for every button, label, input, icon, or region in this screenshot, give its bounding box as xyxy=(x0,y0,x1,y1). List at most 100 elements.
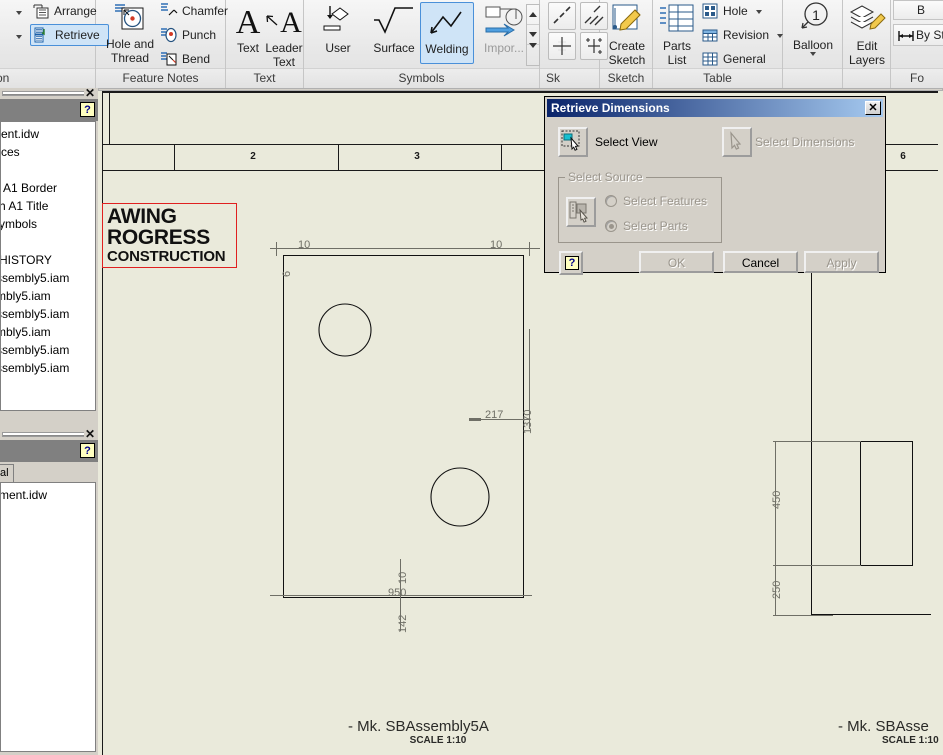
hole-and-thread-button[interactable]: Hole and Thread xyxy=(102,2,158,64)
panel-title-format: Fo xyxy=(891,68,943,88)
dim-value-6-left[interactable]: 6 xyxy=(281,271,293,277)
dim-value-1370[interactable]: 1370 xyxy=(522,410,534,434)
help-icon[interactable]: ? xyxy=(80,102,95,117)
lower-panel-content[interactable]: ment.idw xyxy=(0,482,96,752)
sheet-border-top xyxy=(102,91,938,93)
tree-item-11[interactable]: ssembly5.iam xyxy=(1,360,69,376)
centerline-tool-button[interactable] xyxy=(548,2,576,30)
tree-item-7[interactable]: mbly5.iam xyxy=(1,288,51,304)
edit-layers-button[interactable]: Edit Layers xyxy=(839,2,895,66)
punch-button[interactable]: Punch xyxy=(158,24,216,46)
dim-tick-top-right xyxy=(524,248,540,249)
tree-item-9[interactable]: mbly5.iam xyxy=(1,324,51,340)
ok-button: OK xyxy=(639,251,714,273)
view-label-right[interactable]: - Mk. SBAsse SCALE 1:10 xyxy=(838,718,943,746)
zone-number-2: 2 xyxy=(250,151,256,162)
drawing-in-progress-stamp: AWING ROGRESS CONSTRUCTION xyxy=(102,203,237,269)
chevron-down-icon[interactable] xyxy=(756,9,763,14)
bend-button[interactable]: Bend xyxy=(158,48,210,70)
lower-panel-close-button[interactable]: ✕ xyxy=(85,428,95,440)
dialog-titlebar[interactable]: Retrieve Dimensions ✕ xyxy=(547,99,883,117)
dim-value-450[interactable]: 450 xyxy=(771,491,783,509)
chamfer-button[interactable]: Chamfer xyxy=(158,0,228,22)
dropdown-row-1[interactable]: e xyxy=(0,2,34,24)
chevron-down-icon[interactable] xyxy=(810,52,816,56)
dim-extension-450-top xyxy=(773,441,861,442)
tree-item-0[interactable]: ent.idw xyxy=(1,126,39,142)
plate-holes-svg[interactable] xyxy=(283,255,528,605)
chevron-down-icon[interactable] xyxy=(16,35,22,39)
dialog-close-button[interactable]: ✕ xyxy=(865,101,881,115)
user-symbol-icon xyxy=(310,4,366,40)
hole-thread-icon xyxy=(102,2,158,36)
tree-item-1[interactable]: ces xyxy=(1,144,20,160)
section-rect-top[interactable] xyxy=(860,441,913,442)
section-rect-right[interactable] xyxy=(912,441,913,565)
section-rect-left[interactable] xyxy=(860,441,861,565)
select-parts-label: Select Parts xyxy=(623,219,688,233)
revision-table-button[interactable]: Revision xyxy=(699,24,784,46)
tree-item-6[interactable]: ssembly5.iam xyxy=(1,270,69,286)
welding-symbol-button[interactable]: Welding xyxy=(420,2,474,64)
tree-item-3[interactable]: h A1 Title xyxy=(1,198,48,214)
by-standard-button[interactable]: By St xyxy=(893,24,943,46)
gallery-scroll-up-button[interactable] xyxy=(527,5,539,25)
browser-tree[interactable]: ent.idw ces A1 Border h A1 Title ymbols … xyxy=(0,121,96,411)
general-table-button[interactable]: General xyxy=(699,48,766,70)
panel-title-feature-notes: Feature Notes xyxy=(96,68,225,88)
dialog-help-button[interactable]: ? xyxy=(559,251,583,275)
format-b-button[interactable]: B xyxy=(893,0,943,20)
retrieve-dimensions-dialog[interactable]: Retrieve Dimensions ✕ Select View Select… xyxy=(544,96,886,275)
help-icon[interactable]: ? xyxy=(80,443,95,458)
gallery-expand-button[interactable] xyxy=(527,43,539,65)
cancel-button[interactable]: Cancel xyxy=(723,251,798,273)
center-mark-tool-button[interactable] xyxy=(548,32,576,60)
select-source-caption: Select Source xyxy=(565,170,646,184)
section-outline-vertical[interactable] xyxy=(811,269,812,615)
triangle-down-icon xyxy=(529,32,537,37)
hole-table-button[interactable]: Hole xyxy=(699,0,763,22)
browser-panel: ✕ ? ent.idw ces A1 Border h A1 Title ymb… xyxy=(0,87,98,424)
dim-value-250[interactable]: 250 xyxy=(771,581,783,599)
symbols-gallery-scrollbar[interactable] xyxy=(526,4,540,66)
lower-panel-grip[interactable]: ✕ xyxy=(0,428,98,440)
tree-item-2[interactable]: A1 Border xyxy=(3,180,57,196)
tree-item-8[interactable]: ssembly5.iam xyxy=(1,306,69,322)
browser-panel-grip[interactable]: ✕ xyxy=(0,87,98,99)
dim-value-10-top-left[interactable]: 10 xyxy=(298,239,310,251)
select-view-button[interactable] xyxy=(558,127,588,157)
punch-label: Punch xyxy=(182,28,217,42)
arrange-button[interactable]: Arrange xyxy=(30,0,97,22)
view-label-left[interactable]: - Mk. SBAssembly5A SCALE 1:10 xyxy=(348,718,528,746)
dim-value-142[interactable]: 142 xyxy=(397,615,409,633)
dim-value-10-top-right[interactable]: 10 xyxy=(490,239,502,251)
stamp-line-1: AWING xyxy=(107,205,177,228)
user-symbol-button[interactable]: User xyxy=(310,4,366,54)
gallery-scroll-down-button[interactable] xyxy=(527,25,539,45)
tree-item-5[interactable]: HISTORY xyxy=(1,252,52,268)
dim-value-10-bottom[interactable]: 10 xyxy=(397,572,409,584)
browser-panel-close-button[interactable]: ✕ xyxy=(85,87,95,99)
dim-value-217[interactable]: 217 xyxy=(485,409,503,421)
import-symbol-button[interactable]: Impor... xyxy=(476,4,532,54)
create-sketch-button[interactable]: Create Sketch xyxy=(599,2,655,66)
dropdown-row-2[interactable]: e xyxy=(0,26,34,48)
select-dimensions-label: Select Dimensions xyxy=(755,135,855,149)
surface-symbol-button[interactable]: Surface xyxy=(366,4,422,54)
parts-list-button[interactable]: Parts List xyxy=(655,2,699,66)
parts-list-icon xyxy=(655,2,699,38)
section-rect-bottom[interactable] xyxy=(860,565,913,566)
leader-text-button[interactable]: A Leader Text xyxy=(264,2,304,68)
lower-panel-content-line[interactable]: ment.idw xyxy=(1,487,47,503)
lower-panel-tab[interactable]: al xyxy=(0,464,14,482)
tree-item-10[interactable]: ssembly5.iam xyxy=(1,342,69,358)
text-button[interactable]: A Text xyxy=(230,2,266,54)
chevron-down-icon[interactable] xyxy=(16,11,22,15)
user-symbol-label: User xyxy=(325,41,351,55)
balloon-button[interactable]: 1 Balloon xyxy=(785,1,841,56)
dim-value-950[interactable]: 950 xyxy=(388,587,406,599)
tree-item-4[interactable]: ymbols xyxy=(1,216,37,232)
lower-docked-panel: ✕ ? al ment.idw xyxy=(0,424,98,755)
horizontal-scrollbar[interactable] xyxy=(98,88,943,91)
dim-extension-450-bottom xyxy=(773,565,861,566)
